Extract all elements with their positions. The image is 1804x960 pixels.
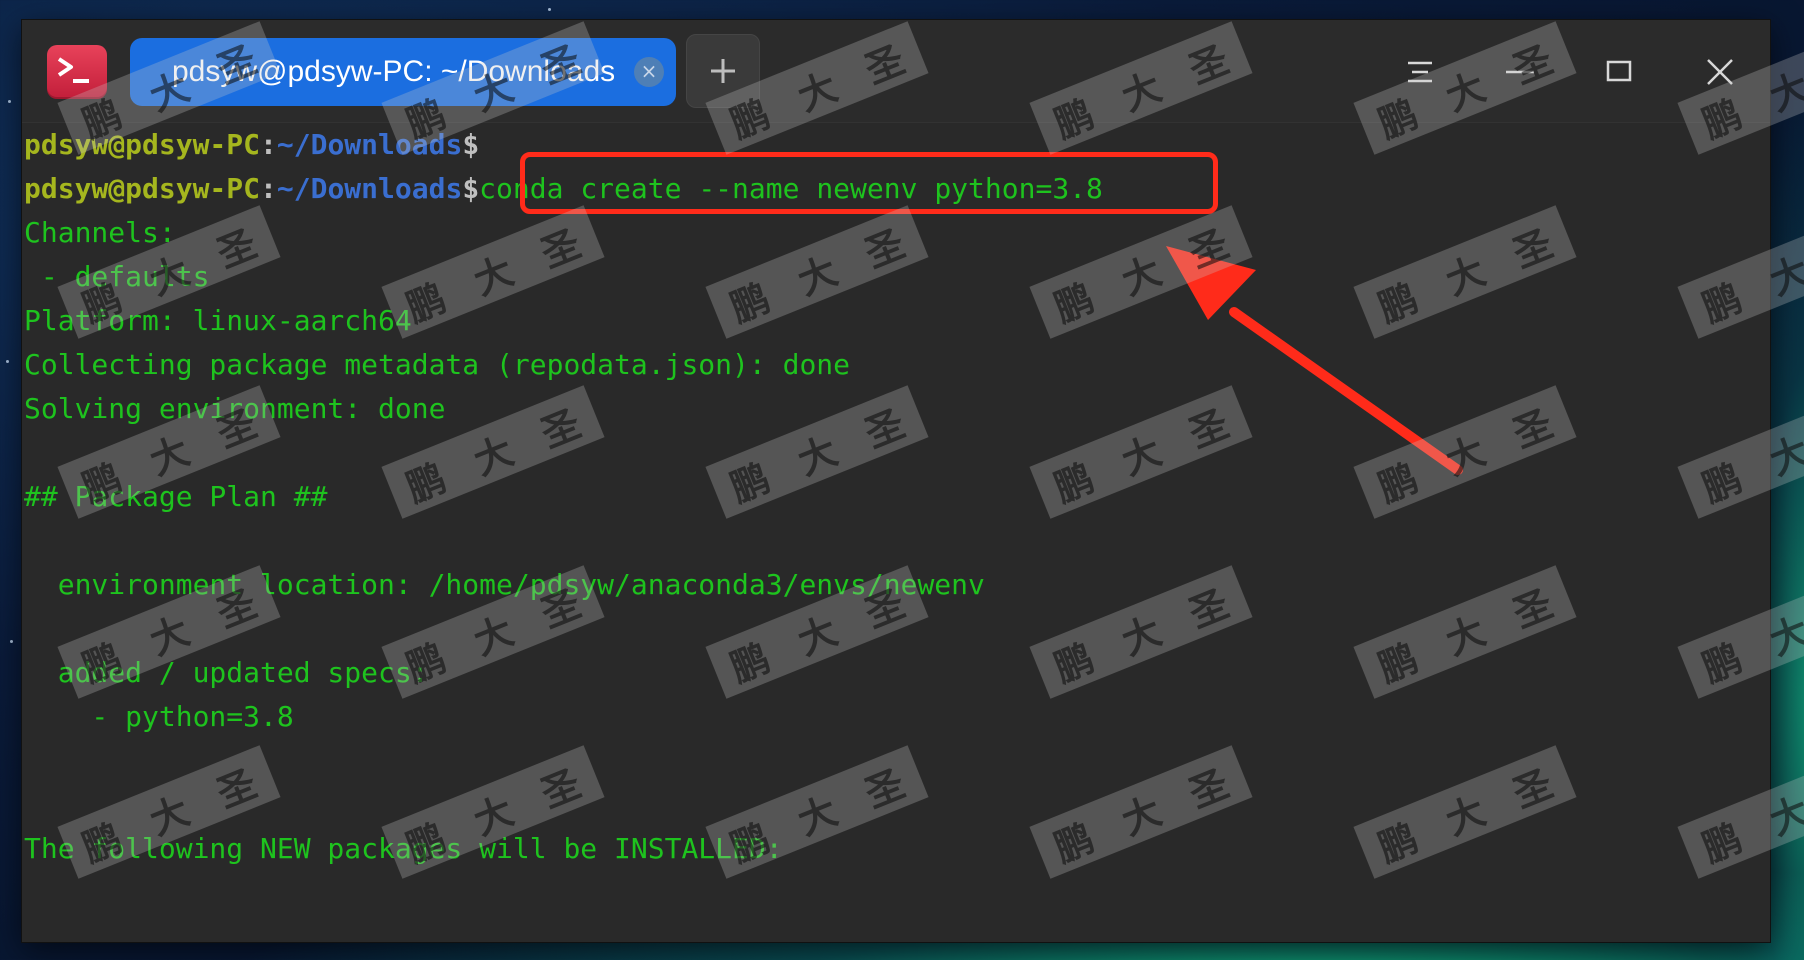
terminal-window: pdsyw@pdsyw-PC: ~/Downloads × pdsyw@pdsy…	[22, 20, 1770, 942]
annotation-arrow-icon	[1166, 246, 1463, 475]
